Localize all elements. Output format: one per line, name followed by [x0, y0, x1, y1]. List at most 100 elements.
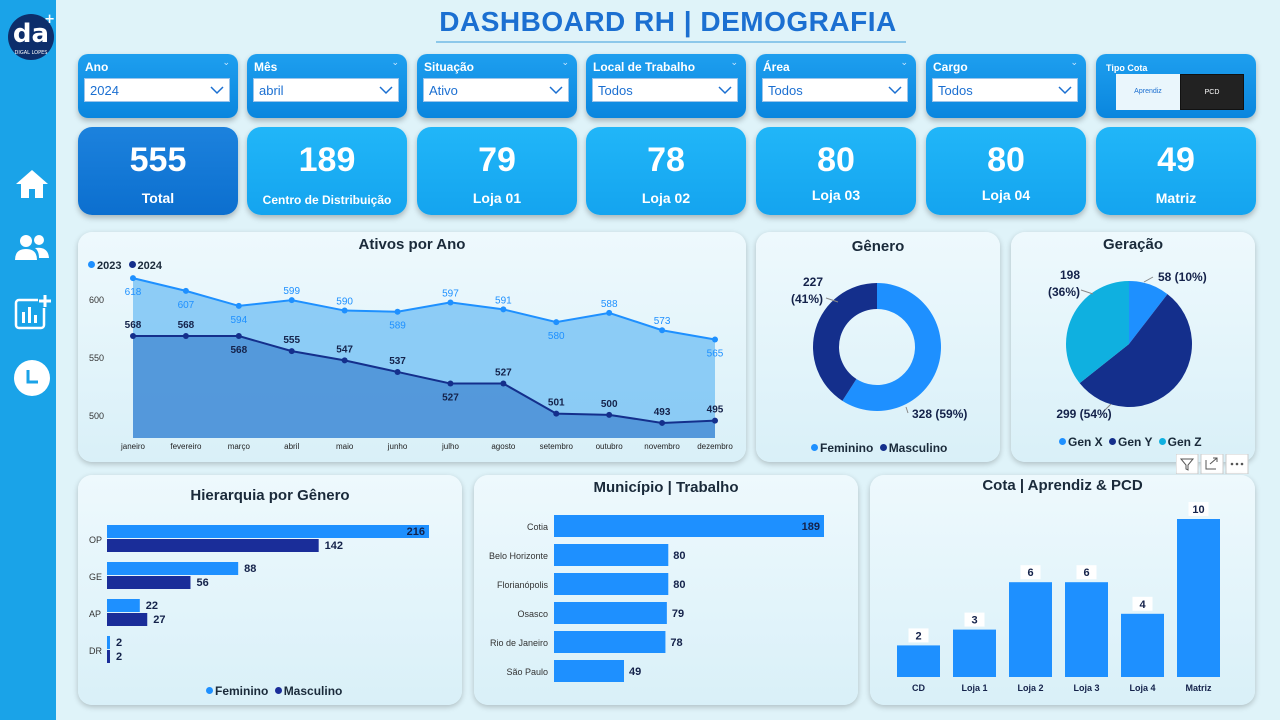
x-tick-label: Loja 4: [1129, 683, 1155, 693]
users-icon[interactable]: [12, 228, 52, 268]
bar-Feminino: [107, 562, 239, 575]
data-label: 565: [707, 349, 724, 360]
bar: [1009, 582, 1052, 677]
filter-local-trabalho[interactable]: Local de Trabalho ⌄ Todos: [586, 54, 746, 118]
bar: [953, 629, 996, 677]
bar: [554, 515, 824, 537]
kpi-value: 78: [647, 141, 685, 179]
data-label: 49: [629, 666, 641, 678]
kpi-cd: 189 Centro de Distribuição: [247, 127, 407, 215]
data-point: [235, 333, 242, 340]
bar: [554, 660, 624, 682]
data-label: 6: [1083, 567, 1089, 579]
filter-label: Local de Trabalho: [593, 60, 696, 74]
more-icon: ⌄: [1070, 58, 1078, 68]
bar: [554, 573, 669, 595]
data-point: [553, 410, 560, 417]
slice-label: 328 (59%): [912, 407, 967, 421]
chevron-down-icon: [549, 86, 563, 95]
home-icon[interactable]: [12, 164, 52, 204]
filter-icon[interactable]: [1175, 453, 1199, 475]
more-icon: ⌄: [222, 58, 230, 68]
data-label: 618: [125, 287, 142, 298]
filter-label: Cargo: [933, 60, 968, 74]
clock-icon[interactable]: [12, 358, 52, 398]
data-label: 10: [1192, 504, 1204, 516]
data-label: 493: [654, 407, 671, 418]
data-label: 216: [407, 526, 425, 538]
legend-label: Gen X: [1068, 435, 1103, 449]
filter-select[interactable]: Todos: [592, 78, 738, 102]
kpi-value: 80: [987, 141, 1025, 179]
data-point: [130, 333, 136, 340]
x-tick-label: janeiro: [120, 442, 146, 451]
more-options-icon[interactable]: [1225, 453, 1249, 475]
data-label: 568: [230, 345, 247, 356]
filter-select[interactable]: Todos: [932, 78, 1078, 102]
legend-dot: [1158, 438, 1166, 445]
filter-select[interactable]: 2024: [84, 78, 230, 102]
legend-label: Gen Z: [1167, 435, 1202, 449]
data-point: [288, 297, 295, 304]
data-label: 495: [707, 405, 724, 416]
data-point: [394, 368, 401, 375]
data-point: [606, 309, 613, 316]
data-label: 555: [283, 335, 300, 346]
filter-situacao[interactable]: Situação ⌄ Ativo: [417, 54, 577, 118]
focus-mode-icon[interactable]: [1200, 453, 1224, 475]
chevron-down-icon: [718, 86, 732, 95]
filter-tipo-cota[interactable]: Tipo Cota Aprendiz PCD: [1096, 54, 1256, 118]
data-label: 573: [654, 316, 671, 327]
category-label: AP: [89, 609, 101, 619]
more-icon: ⌄: [391, 58, 399, 68]
data-label: 568: [125, 320, 142, 331]
chart-legend: Feminino Masculino: [811, 441, 947, 455]
panel-cota: Cota | Aprendiz & PCD 2 CD 3 Loja 1 6 Loja 26…: [870, 475, 1255, 705]
data-label: 591: [495, 295, 512, 306]
data-label: 500: [601, 399, 618, 410]
data-label: 80: [673, 579, 685, 591]
filter-select[interactable]: abril: [253, 78, 399, 102]
kpi-label: Loja 01: [472, 190, 522, 206]
cota-option-pcd[interactable]: PCD: [1180, 74, 1244, 110]
kpi-value: 49: [1157, 141, 1195, 179]
filter-cargo[interactable]: Cargo ⌄ Todos: [926, 54, 1086, 118]
legend-dot: [206, 687, 213, 694]
data-point: [659, 419, 666, 426]
data-label: 527: [442, 393, 459, 404]
filter-select[interactable]: Todos: [762, 78, 908, 102]
chart-legend: Gen X Gen Y Gen Z: [1059, 435, 1202, 449]
x-tick-label: Loja 3: [1073, 683, 1099, 693]
data-label: 6: [1027, 567, 1033, 579]
bar-Masculino: [107, 539, 319, 552]
x-tick-label: julho: [441, 442, 459, 451]
data-point: [182, 287, 189, 294]
panel-ativos-por-ano: Ativos por Ano 2023 2024 500 550 600 618 607…: [78, 232, 746, 462]
visual-toolbar: [1175, 453, 1250, 475]
filter-area[interactable]: Área ⌄ Todos: [756, 54, 916, 118]
data-point: [288, 348, 295, 355]
data-label: 588: [601, 299, 618, 310]
kpi-value: 189: [298, 141, 356, 179]
more-icon: ⌄: [900, 58, 908, 68]
data-label: 527: [495, 368, 512, 379]
y-tick-label: 500: [89, 411, 104, 421]
more-icon: ⌄: [730, 58, 738, 68]
kpi-label: Matriz: [1155, 190, 1197, 206]
panel-municipio: Município | Trabalho Cotia 189 Belo Horizo…: [474, 475, 858, 705]
filter-mes[interactable]: Mês ⌄ abril: [247, 54, 407, 118]
pie-chart: 58 (10%) 299 (54%) 198 (36%): [1048, 268, 1207, 421]
chevron-down-icon: [379, 86, 393, 95]
data-label: 3: [971, 615, 977, 627]
filter-ano[interactable]: Ano ⌄ 2024: [78, 54, 238, 118]
bar-Masculino: [107, 613, 148, 626]
cota-option-aprendiz[interactable]: Aprendiz: [1116, 74, 1180, 110]
filter-select[interactable]: Ativo: [423, 78, 569, 102]
x-tick-label: maio: [336, 442, 354, 451]
cota-bar-chart: 2 CD 3 Loja 1 6 Loja 2 6 Loja 3 4 Loja 4 10 Matriz: [897, 502, 1220, 693]
legend-label: Feminino: [820, 441, 874, 455]
title-underline: [436, 41, 906, 43]
panel-geracao: Geração 58 (10%) 299 (54%) 198 (36%) Gen X …: [1011, 232, 1255, 462]
x-tick-label: agosto: [491, 442, 516, 451]
report-add-icon[interactable]: [12, 292, 52, 332]
